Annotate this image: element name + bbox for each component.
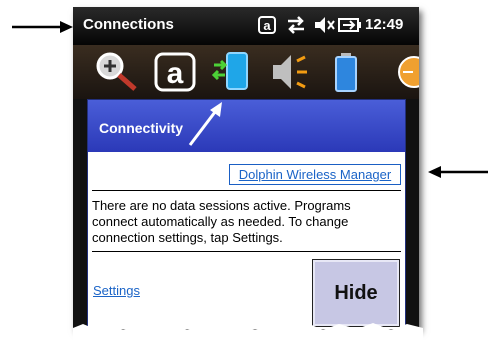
annotation-arrow-white: [188, 102, 222, 146]
data-transfer-icon[interactable]: [286, 16, 306, 34]
notification-tray: a: [73, 45, 419, 99]
clock-tray-icon[interactable]: [393, 51, 419, 93]
battery-tray-icon[interactable]: [331, 51, 363, 93]
settings-link[interactable]: Settings: [93, 283, 140, 298]
device-screen: Connections a 12:49 a Connectivity Dolph…: [73, 7, 419, 329]
connectivity-tray-icon[interactable]: [211, 51, 255, 93]
battery-charging-icon[interactable]: [338, 16, 362, 34]
info-line: There are no data sessions active. Progr…: [92, 198, 351, 213]
divider-bottom: [92, 251, 401, 252]
status-bar: Connections a 12:49: [73, 7, 419, 45]
annotation-arrow-left: [12, 21, 73, 33]
status-bar-title[interactable]: Connections: [83, 16, 174, 33]
zoom-icon[interactable]: [95, 51, 139, 93]
status-bar-time[interactable]: 12:49: [365, 16, 403, 33]
wireless-manager-link[interactable]: Dolphin Wireless Manager: [229, 164, 401, 185]
dialog-title: Connectivity: [99, 120, 184, 136]
a-keyboard-icon[interactable]: a: [258, 16, 276, 34]
info-line: connect automatically as needed. To chan…: [92, 214, 349, 229]
connectivity-dialog: Connectivity Dolphin Wireless Manager Th…: [87, 99, 406, 329]
a-keyboard-tray-icon[interactable]: a: [153, 51, 197, 93]
svg-text:a: a: [167, 57, 184, 90]
svg-text:a: a: [263, 18, 271, 33]
torn-edge: [73, 322, 423, 340]
volume-tray-icon[interactable]: [269, 51, 313, 93]
annotation-arrow-right: [428, 166, 488, 178]
speaker-muted-icon[interactable]: [313, 16, 335, 34]
divider-top: [92, 190, 401, 191]
hide-button[interactable]: Hide: [312, 259, 400, 327]
info-line: connection settings, tap Settings.: [92, 230, 283, 245]
info-text: There are no data sessions active. Progr…: [92, 198, 402, 246]
dialog-header: Connectivity: [88, 100, 405, 152]
